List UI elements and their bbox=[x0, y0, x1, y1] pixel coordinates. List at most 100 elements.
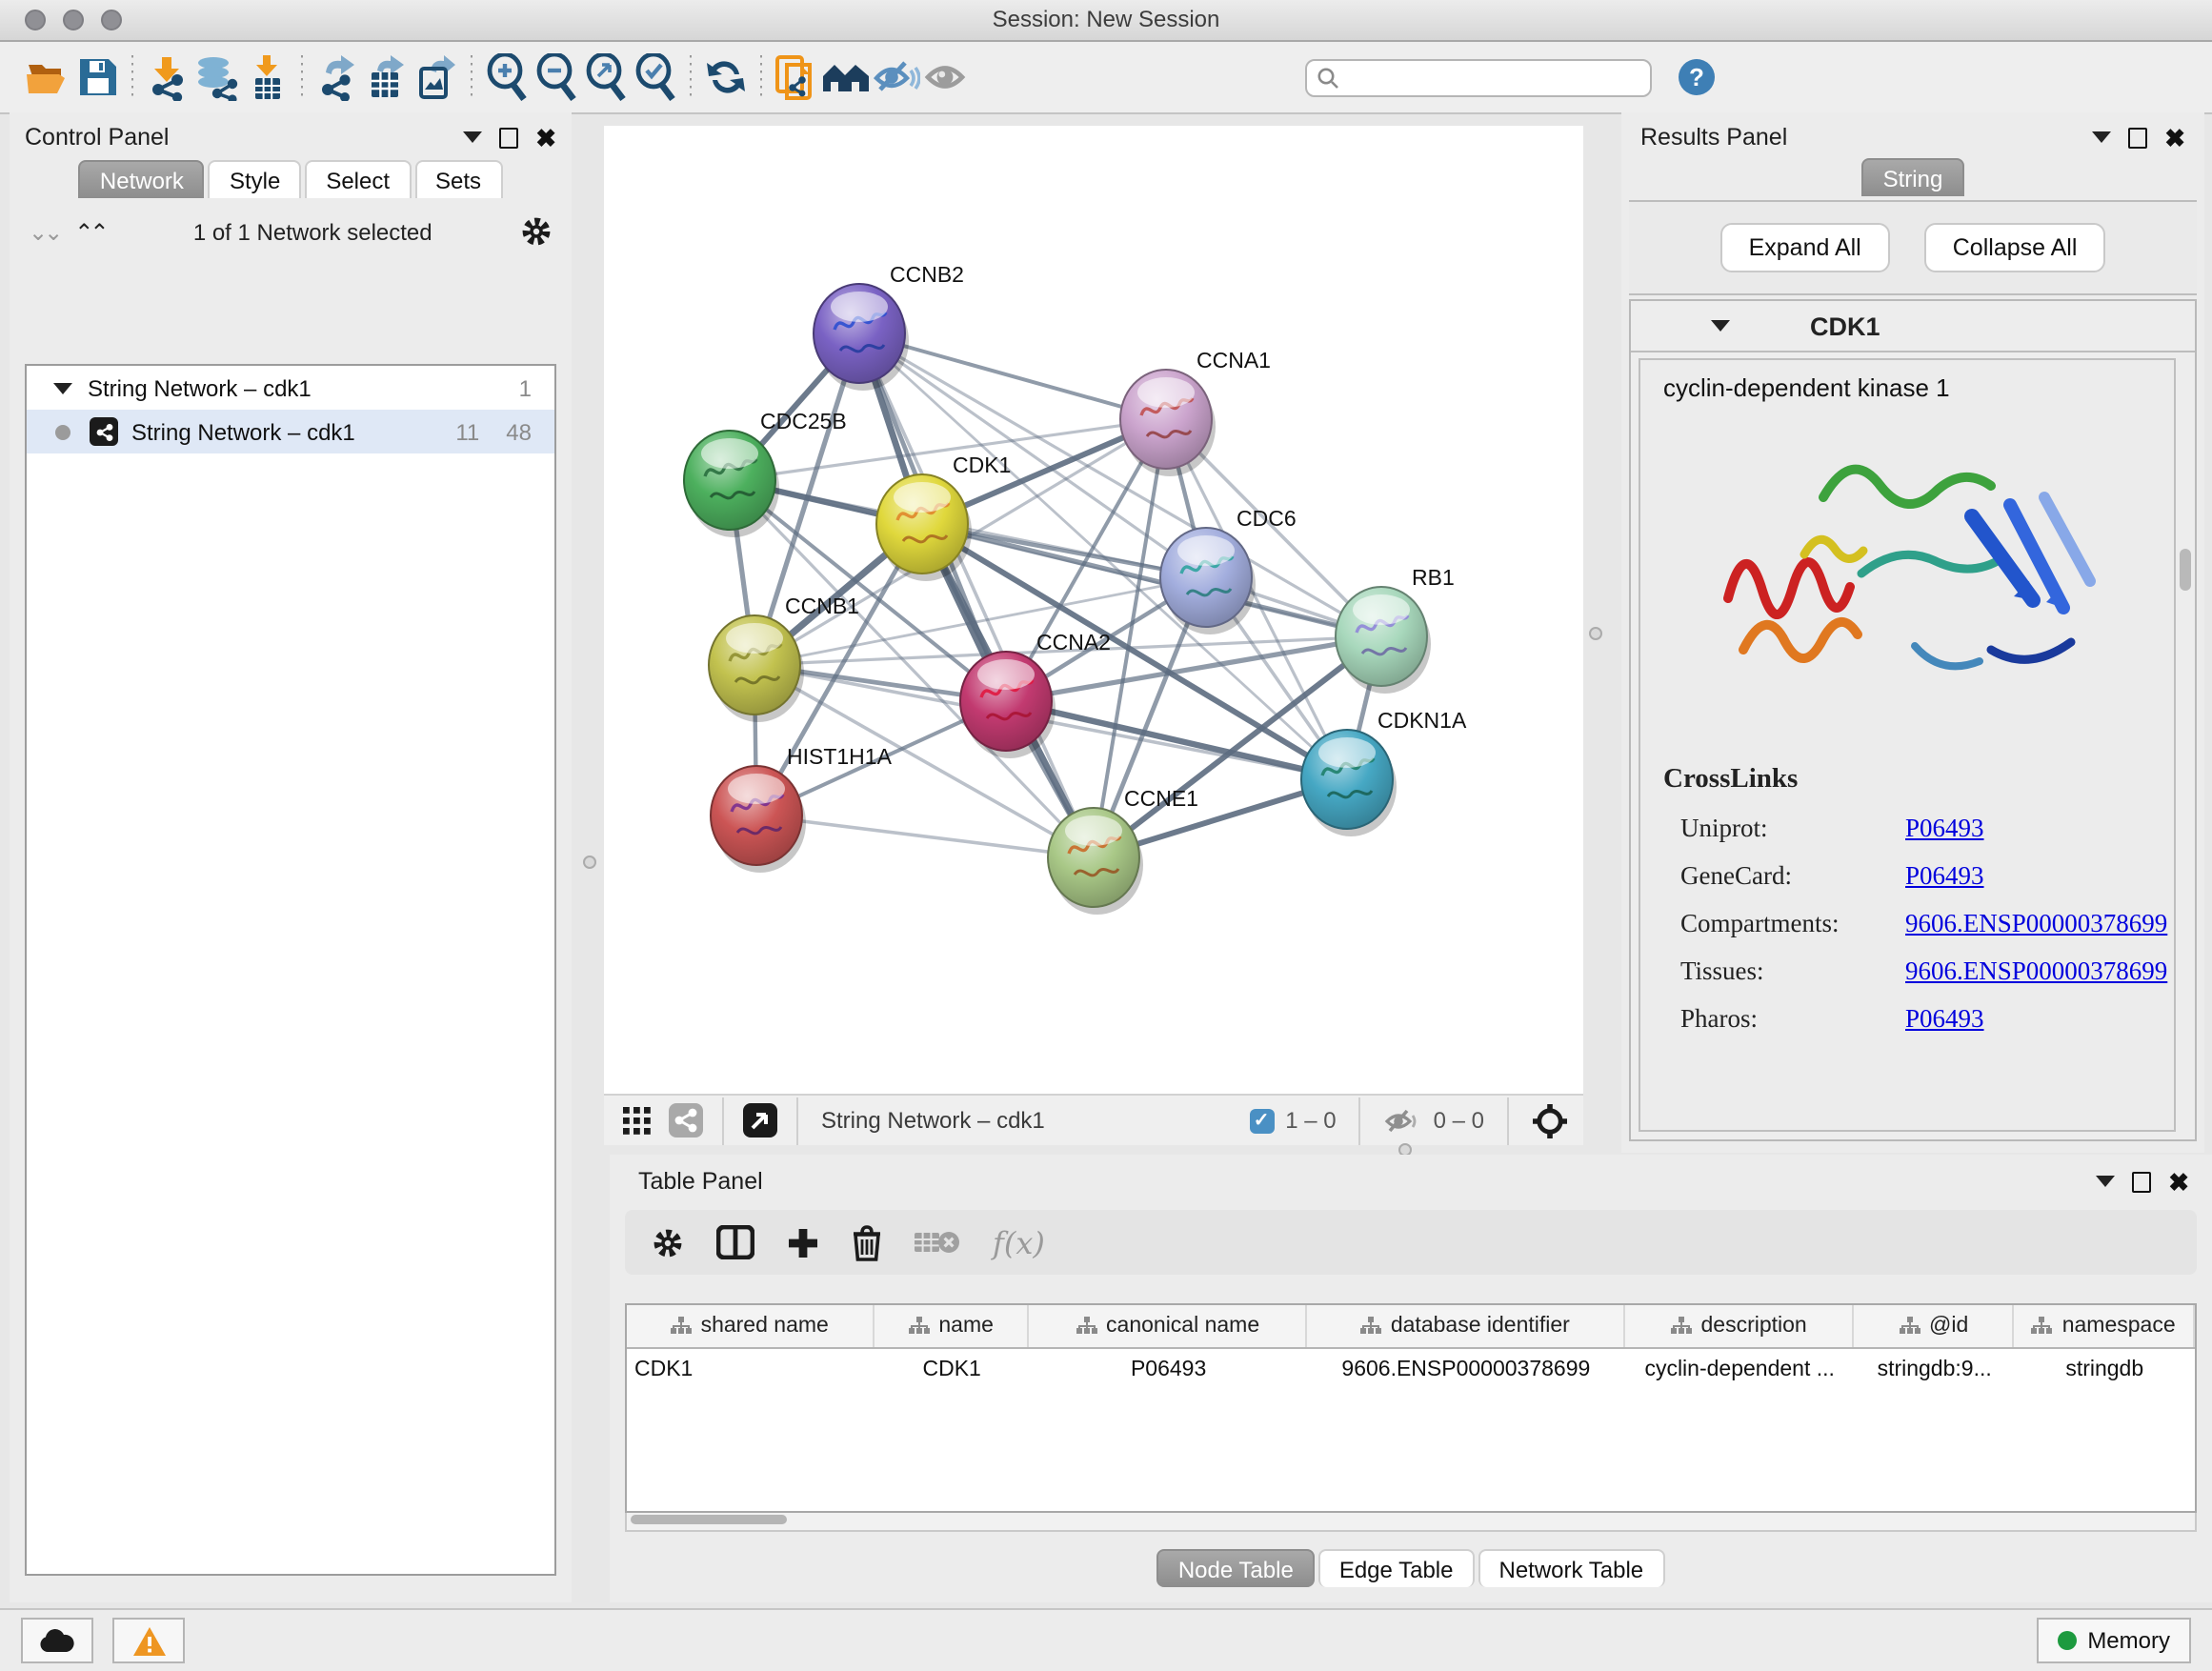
table-cell[interactable]: CDK1 bbox=[627, 1349, 874, 1391]
search-field[interactable] bbox=[1305, 58, 1652, 96]
warning-status-button[interactable] bbox=[112, 1618, 185, 1663]
network-node-CCNA1[interactable]: CCNA1 bbox=[1120, 348, 1271, 476]
crosslink-link[interactable]: P06493 bbox=[1905, 861, 1984, 892]
enable-glass-effect-button[interactable] bbox=[871, 52, 920, 102]
tab-select[interactable]: Select bbox=[305, 160, 411, 198]
grid-view-icon[interactable] bbox=[623, 1106, 652, 1135]
string-protein-query-button[interactable] bbox=[772, 52, 821, 102]
network-node-CCNB2[interactable]: CCNB2 bbox=[814, 262, 964, 391]
network-node-CCNB1[interactable]: CCNB1 bbox=[709, 594, 859, 722]
table-hscrollbar-thumb[interactable] bbox=[631, 1515, 787, 1524]
network-node-RB1[interactable]: RB1 bbox=[1336, 565, 1455, 694]
node-table[interactable]: shared namenamecanonical namedatabase id… bbox=[625, 1303, 2197, 1513]
change-species-button[interactable] bbox=[821, 52, 871, 102]
table-close-icon[interactable]: ✖ bbox=[2168, 1173, 2189, 1190]
search-input[interactable] bbox=[1347, 64, 1640, 91]
table-cell[interactable]: CDK1 bbox=[874, 1349, 1030, 1391]
enhance-labels-button[interactable] bbox=[920, 52, 970, 102]
network-node-CDK1[interactable]: CDK1 bbox=[876, 453, 1011, 581]
results-minimize-icon[interactable] bbox=[2092, 131, 2111, 143]
tab-edge-table[interactable]: Edge Table bbox=[1318, 1549, 1475, 1587]
network-edge-CCNA2-CDKN1A[interactable] bbox=[1006, 701, 1347, 779]
column-header-name[interactable]: name bbox=[874, 1305, 1030, 1347]
left-splitter-handle[interactable] bbox=[583, 856, 596, 869]
table-cell[interactable]: cyclin-dependent ... bbox=[1624, 1349, 1854, 1391]
table-settings-gear-icon[interactable] bbox=[652, 1226, 684, 1258]
save-session-button[interactable] bbox=[72, 52, 122, 102]
network-node-CDC25B[interactable]: CDC25B bbox=[684, 409, 847, 537]
crosslink-link[interactable]: 9606.ENSP00000378699 bbox=[1905, 956, 2167, 987]
tab-style[interactable]: Style bbox=[209, 160, 301, 198]
network-node-CDKN1A[interactable]: CDKN1A bbox=[1301, 708, 1467, 836]
birdseye-view-icon[interactable] bbox=[743, 1103, 777, 1137]
right-splitter-handle[interactable] bbox=[1589, 627, 1602, 640]
delete-column-trash-icon[interactable] bbox=[852, 1224, 882, 1260]
table-minimize-icon[interactable] bbox=[2096, 1176, 2115, 1187]
crosslink-link[interactable]: P06493 bbox=[1905, 1004, 1984, 1035]
open-session-button[interactable] bbox=[23, 52, 72, 102]
results-close-icon[interactable]: ✖ bbox=[2164, 129, 2185, 146]
collapse-all-button[interactable]: Collapse All bbox=[1924, 223, 2106, 272]
import-network-file-button[interactable] bbox=[143, 52, 192, 102]
tab-sets[interactable]: Sets bbox=[414, 160, 502, 198]
network-view-mode-icon[interactable] bbox=[669, 1103, 703, 1137]
network-collection-row[interactable]: String Network – cdk1 1 bbox=[27, 366, 554, 410]
show-columns-icon[interactable] bbox=[716, 1225, 754, 1259]
network-node-HIST1H1A[interactable]: HIST1H1A bbox=[711, 744, 893, 873]
fit-selection-target-icon[interactable] bbox=[1532, 1102, 1568, 1138]
network-node-CDC6[interactable]: CDC6 bbox=[1160, 506, 1297, 634]
panel-float-icon[interactable] bbox=[499, 127, 518, 148]
cloud-status-button[interactable] bbox=[21, 1618, 93, 1663]
network-edge-CCNB2-CCNE1[interactable] bbox=[859, 333, 1094, 857]
table-cell[interactable]: stringdb bbox=[2014, 1349, 2195, 1391]
table-cell[interactable]: stringdb:9... bbox=[1855, 1349, 2015, 1391]
network-graph[interactable]: CCNB2CCNA1CDC25BCDK1CDC6RB1CCNB1CCNA2CDK… bbox=[604, 126, 1583, 1094]
apply-layout-button[interactable] bbox=[701, 52, 751, 102]
help-button[interactable]: ? bbox=[1679, 59, 1715, 95]
expand-all-networks-icon[interactable]: ⌃⌃ bbox=[74, 218, 105, 245]
network-row[interactable]: String Network – cdk1 11 48 bbox=[27, 410, 554, 453]
column-header-database-identifier[interactable]: database identifier bbox=[1307, 1305, 1624, 1347]
table-hscrollbar[interactable] bbox=[625, 1513, 2197, 1532]
zoom-in-button[interactable] bbox=[482, 52, 532, 102]
table-cell[interactable]: P06493 bbox=[1030, 1349, 1307, 1391]
crosslink-link[interactable]: P06493 bbox=[1905, 814, 1984, 844]
zoom-selected-button[interactable] bbox=[631, 52, 680, 102]
results-float-icon[interactable] bbox=[2128, 127, 2147, 148]
tab-network[interactable]: Network bbox=[79, 160, 205, 198]
crosslink-link[interactable]: 9606.ENSP00000378699 bbox=[1905, 909, 2167, 939]
results-scrollbar-thumb[interactable] bbox=[2180, 549, 2191, 591]
create-column-plus-icon[interactable] bbox=[787, 1226, 819, 1258]
export-network-button[interactable] bbox=[312, 52, 362, 102]
export-image-button[interactable] bbox=[412, 52, 461, 102]
column-header--id[interactable]: @id bbox=[1855, 1305, 2015, 1347]
table-row[interactable]: CDK1CDK1P064939606.ENSP00000378699cyclin… bbox=[627, 1349, 2195, 1391]
table-float-icon[interactable] bbox=[2132, 1171, 2151, 1192]
export-table-button[interactable] bbox=[362, 52, 412, 102]
hidden-eye-icon[interactable] bbox=[1384, 1106, 1422, 1135]
table-cell[interactable]: 9606.ENSP00000378699 bbox=[1307, 1349, 1624, 1391]
protein-disclosure-icon[interactable] bbox=[1711, 320, 1730, 332]
collapse-all-networks-icon[interactable]: ⌄⌄ bbox=[29, 218, 59, 245]
expand-all-button[interactable]: Expand All bbox=[1720, 223, 1890, 272]
import-table-file-button[interactable] bbox=[242, 52, 292, 102]
protein-section-header[interactable]: CDK1 bbox=[1631, 301, 2195, 352]
panel-minimize-icon[interactable] bbox=[463, 131, 482, 143]
tab-string[interactable]: String bbox=[1862, 158, 1964, 196]
panel-close-icon[interactable]: ✖ bbox=[535, 129, 556, 146]
delete-table-icon[interactable] bbox=[915, 1227, 960, 1258]
selected-nodes-checkbox[interactable]: ✓ bbox=[1249, 1108, 1274, 1133]
tab-node-table[interactable]: Node Table bbox=[1157, 1549, 1315, 1587]
network-view-canvas[interactable]: CCNB2CCNA1CDC25BCDK1CDC6RB1CCNB1CCNA2CDK… bbox=[604, 126, 1583, 1094]
network-options-gear-icon[interactable] bbox=[520, 215, 553, 248]
column-header-shared-name[interactable]: shared name bbox=[627, 1305, 874, 1347]
zoom-fit-button[interactable] bbox=[581, 52, 631, 102]
collection-disclosure-icon[interactable] bbox=[53, 382, 72, 393]
memory-button[interactable]: Memory bbox=[2036, 1618, 2191, 1663]
import-network-database-button[interactable] bbox=[192, 52, 242, 102]
column-header-canonical-name[interactable]: canonical name bbox=[1030, 1305, 1307, 1347]
network-edge-HIST1H1A-CCNE1[interactable] bbox=[756, 815, 1094, 857]
zoom-out-button[interactable] bbox=[532, 52, 581, 102]
function-builder-icon[interactable]: f(x) bbox=[993, 1224, 1045, 1260]
tab-network-table[interactable]: Network Table bbox=[1478, 1549, 1665, 1587]
